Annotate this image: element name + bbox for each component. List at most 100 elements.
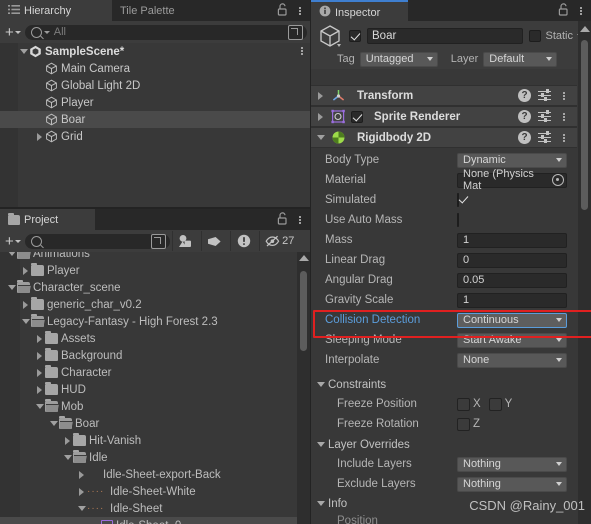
- scene-context-menu-icon[interactable]: [296, 45, 308, 57]
- hidden-assets-count[interactable]: 27: [258, 231, 300, 251]
- angular-drag-number-field[interactable]: 0.05: [457, 272, 567, 288]
- project-item-generic-char-v0-2[interactable]: generic_char_v0.2: [0, 296, 310, 313]
- hierarchy-item-grid[interactable]: Grid: [0, 128, 310, 145]
- gravity-scale-number-field[interactable]: 1: [457, 292, 567, 308]
- tag-dropdown[interactable]: Untagged: [359, 51, 438, 67]
- popout-search-icon[interactable]: [150, 233, 166, 249]
- scroll-up-arrow-icon[interactable]: [579, 26, 590, 32]
- chevron-down-icon[interactable]: [18, 49, 29, 54]
- chevron-right-icon[interactable]: [76, 487, 87, 496]
- exclude-layers-dropdown[interactable]: Nothing: [457, 476, 567, 492]
- sleeping-mode-dropdown[interactable]: Start Awake: [457, 332, 567, 348]
- chevron-right-icon[interactable]: [34, 385, 45, 394]
- body-type-dropdown[interactable]: Dynamic: [457, 152, 567, 168]
- help-icon[interactable]: ?: [518, 110, 531, 123]
- lock-icon[interactable]: [277, 211, 288, 228]
- collision-detection-dropdown[interactable]: Continuous: [457, 312, 567, 328]
- simulated-checkbox[interactable]: [457, 193, 459, 207]
- include-layers-dropdown[interactable]: Nothing: [457, 456, 567, 472]
- chevron-right-icon[interactable]: [315, 91, 326, 100]
- help-icon[interactable]: ?: [518, 89, 531, 102]
- chevron-down-icon[interactable]: [315, 135, 326, 140]
- create-gameobject-button[interactable]: +: [3, 25, 23, 40]
- hierarchy-item-player[interactable]: Player: [0, 94, 310, 111]
- layer-dropdown[interactable]: Default: [483, 51, 558, 67]
- hierarchy-item-global-light-2d[interactable]: Global Light 2D: [0, 77, 310, 94]
- chevron-right-icon[interactable]: [34, 132, 45, 141]
- search-mode-chevron-icon[interactable]: [43, 30, 50, 34]
- mass-number-field[interactable]: 1: [457, 232, 567, 248]
- chevron-down-icon[interactable]: [6, 252, 17, 256]
- component-header-sprite-renderer[interactable]: Sprite Renderer?: [311, 106, 577, 127]
- constraints-foldout[interactable]: Constraints: [311, 375, 577, 394]
- asset-type-filter-icon[interactable]: [171, 231, 199, 251]
- interpolate-dropdown[interactable]: None: [457, 352, 567, 368]
- preset-sliders-icon[interactable]: [538, 131, 551, 144]
- horizontal-divider[interactable]: [0, 207, 310, 209]
- project-item-idle-sheet-export-back[interactable]: Idle-Sheet-export-Back: [0, 466, 310, 483]
- chevron-down-icon[interactable]: [6, 285, 17, 290]
- warning-filter-icon[interactable]: [229, 231, 257, 251]
- kebab-menu-icon[interactable]: [294, 5, 306, 17]
- project-item-hit-vanish[interactable]: Hit-Vanish: [0, 432, 310, 449]
- chevron-down-icon[interactable]: [76, 506, 87, 511]
- chevron-right-icon[interactable]: [315, 112, 326, 121]
- project-item-mob[interactable]: Mob: [0, 398, 310, 415]
- project-item-player[interactable]: Player: [0, 262, 310, 279]
- project-item-idle-sheet[interactable]: ···· Idle-Sheet: [0, 500, 310, 517]
- chevron-right-icon[interactable]: [20, 300, 31, 309]
- preset-sliders-icon[interactable]: [538, 89, 551, 102]
- popout-search-icon[interactable]: [288, 24, 303, 40]
- hierarchy-search-input[interactable]: All: [24, 24, 307, 40]
- create-asset-button[interactable]: +: [3, 234, 23, 249]
- chevron-right-icon[interactable]: [34, 334, 45, 343]
- chevron-down-icon[interactable]: [62, 455, 73, 460]
- hierarchy-item-boar[interactable]: Boar: [0, 111, 310, 128]
- gameobject-enabled-checkbox[interactable]: [349, 30, 361, 42]
- static-checkbox[interactable]: [529, 30, 542, 42]
- layer-overrides-foldout[interactable]: Layer Overrides: [311, 435, 577, 454]
- project-search-input[interactable]: [24, 233, 170, 249]
- chevron-right-icon[interactable]: [20, 266, 31, 275]
- chevron-right-icon[interactable]: [76, 470, 87, 479]
- project-item-character-scene[interactable]: Character_scene: [0, 279, 310, 296]
- kebab-menu-icon[interactable]: [558, 132, 570, 144]
- project-item-boar[interactable]: Boar: [0, 415, 310, 432]
- project-scrollbar-thumb[interactable]: [300, 271, 307, 351]
- tab-inspector[interactable]: Inspector: [311, 0, 408, 21]
- tab-hierarchy[interactable]: Hierarchy: [0, 0, 112, 21]
- inspector-scrollbar-thumb[interactable]: [581, 40, 588, 210]
- lock-icon[interactable]: [277, 2, 288, 19]
- linear-drag-number-field[interactable]: 0: [457, 252, 567, 268]
- project-item-assets[interactable]: Assets: [0, 330, 310, 347]
- component-header-rigidbody-2d[interactable]: Rigidbody 2D?: [311, 127, 577, 148]
- lock-icon[interactable]: [558, 2, 569, 19]
- project-item-background[interactable]: Background: [0, 347, 310, 364]
- scroll-up-arrow-icon[interactable]: [298, 255, 309, 261]
- freeze-position-y-checkbox[interactable]: [488, 397, 502, 411]
- chevron-down-icon[interactable]: [34, 404, 45, 409]
- chevron-right-icon[interactable]: [34, 351, 45, 360]
- chevron-down-icon[interactable]: [48, 421, 59, 426]
- help-icon[interactable]: ?: [518, 131, 531, 144]
- freeze-rotation-z-checkbox[interactable]: [457, 417, 470, 431]
- tab-tile-palette[interactable]: Tile Palette: [112, 0, 185, 21]
- project-item-character[interactable]: Character: [0, 364, 310, 381]
- project-item-idle-sheet-0[interactable]: Idle-Sheet_0: [0, 517, 310, 524]
- chevron-right-icon[interactable]: [34, 368, 45, 377]
- project-item-idle[interactable]: Idle: [0, 449, 310, 466]
- use-auto-mass-checkbox[interactable]: [457, 213, 459, 227]
- object-picker-icon[interactable]: [552, 174, 564, 186]
- preset-sliders-icon[interactable]: [538, 110, 551, 123]
- material-object-field[interactable]: None (Physics Mat: [457, 168, 567, 192]
- chevron-right-icon[interactable]: [62, 436, 73, 445]
- kebab-menu-icon[interactable]: [558, 111, 570, 123]
- kebab-menu-icon[interactable]: [575, 5, 587, 17]
- chevron-down-icon[interactable]: [20, 319, 31, 324]
- project-item-animations[interactable]: Animations: [0, 252, 310, 262]
- project-item-hud[interactable]: HUD: [0, 381, 310, 398]
- component-enabled-checkbox[interactable]: [351, 110, 363, 123]
- hierarchy-item-samplescene[interactable]: SampleScene*: [0, 43, 310, 60]
- project-item-idle-sheet-white[interactable]: ···· Idle-Sheet-White: [0, 483, 310, 500]
- kebab-menu-icon[interactable]: [558, 90, 570, 102]
